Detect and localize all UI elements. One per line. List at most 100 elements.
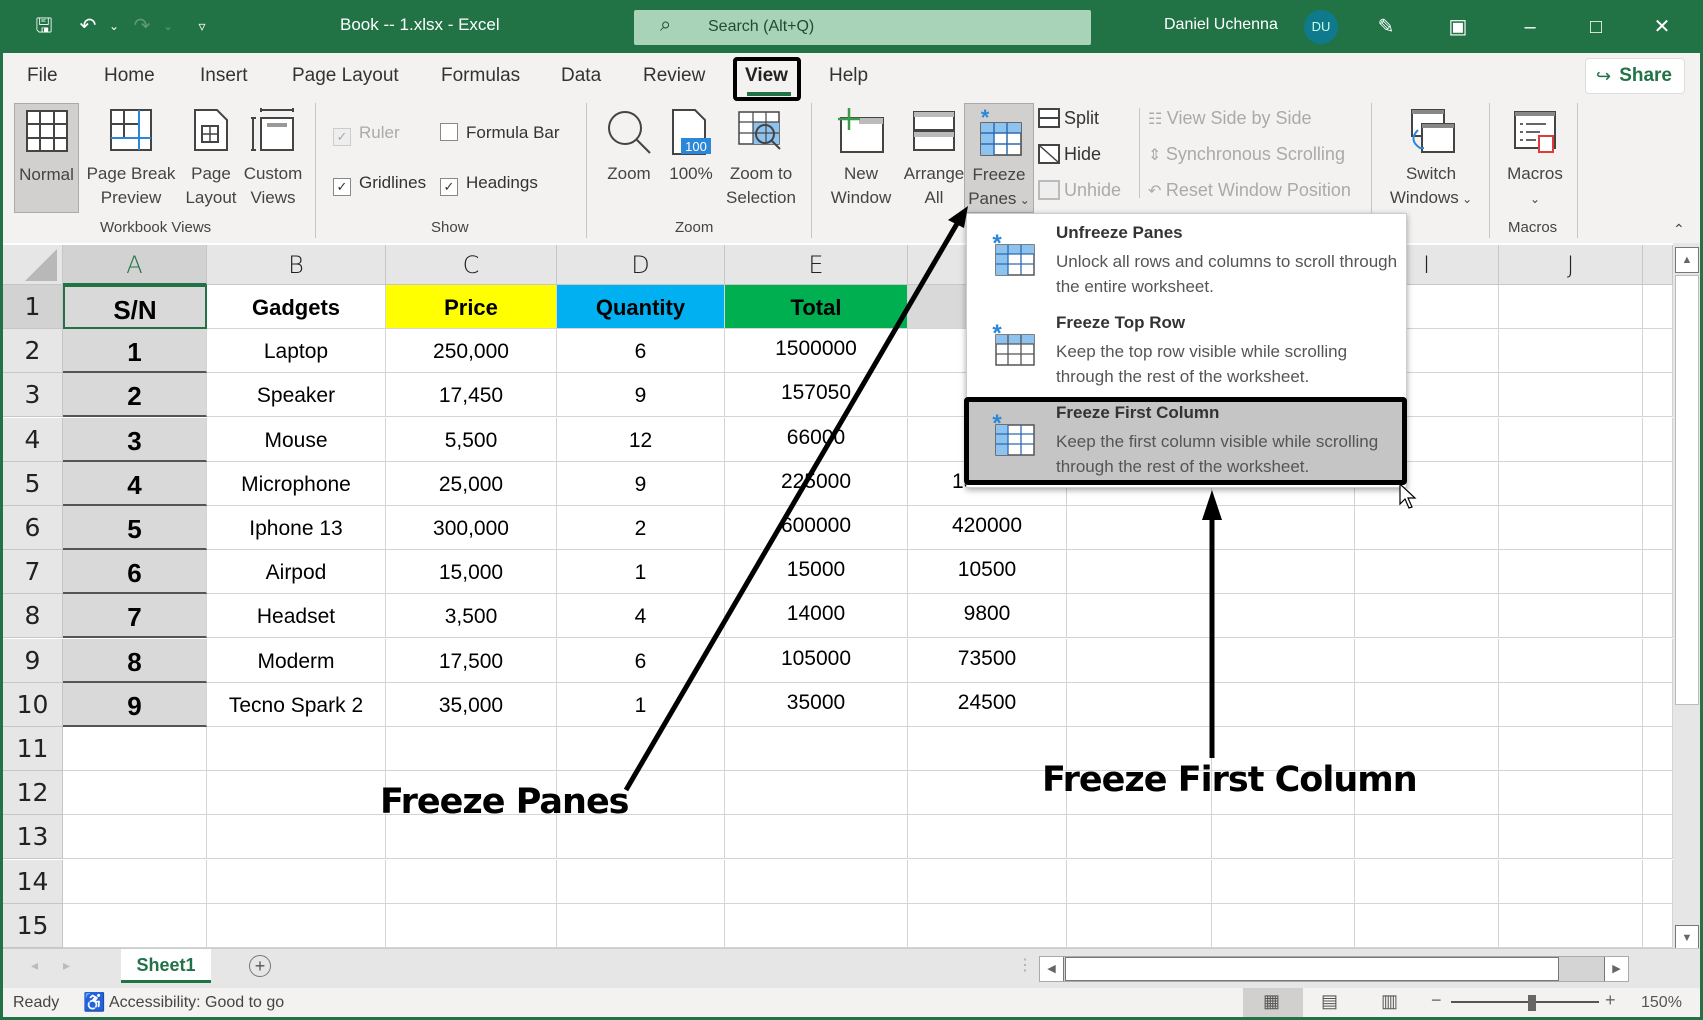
horizontal-scroll-thumb[interactable] — [1065, 957, 1559, 981]
select-all-corner[interactable] — [3, 245, 63, 285]
page-layout-status-icon[interactable]: ▤ — [1321, 991, 1338, 1012]
tab-split-handle[interactable]: ⋮ — [1017, 955, 1033, 975]
sheet-tab-sheet1[interactable]: Sheet1 — [121, 949, 211, 983]
cell-empty[interactable] — [1212, 859, 1355, 904]
cell-empty[interactable] — [908, 903, 1067, 948]
menu-item-unfreeze-panes[interactable]: * Unfreeze Panes Unlock all rows and colum… — [966, 213, 1407, 302]
cell-empty[interactable] — [1499, 771, 1643, 816]
cell-empty[interactable] — [1212, 815, 1355, 860]
cell-empty[interactable] — [557, 727, 725, 771]
close-icon[interactable]: ✕ — [1642, 10, 1682, 44]
row-header-11[interactable]: 11 — [3, 727, 63, 771]
cell-total[interactable]: 14000 — [725, 594, 908, 639]
cell-qty[interactable]: 9 — [557, 373, 725, 418]
add-sheet-icon[interactable]: + — [249, 955, 271, 977]
cell-empty[interactable] — [1643, 329, 1673, 374]
cell-sn[interactable]: 7 — [63, 594, 207, 639]
column-header-d[interactable]: D — [557, 245, 725, 285]
cell-price[interactable]: 17,500 — [386, 638, 557, 683]
cell-qty[interactable]: 6 — [557, 638, 725, 683]
cell-empty[interactable] — [1499, 815, 1643, 860]
cell-sn[interactable]: 1 — [63, 329, 207, 374]
cell-empty[interactable] — [725, 859, 908, 904]
cell-sn[interactable]: 3 — [63, 417, 207, 462]
cell-empty[interactable] — [1499, 550, 1643, 595]
maximize-icon[interactable]: □ — [1576, 10, 1616, 44]
cell-empty[interactable] — [1355, 859, 1499, 904]
cell-sn[interactable]: 5 — [63, 506, 207, 550]
cell-empty[interactable] — [1355, 682, 1499, 727]
row-header-14[interactable]: 14 — [3, 859, 63, 904]
cell-gadget[interactable]: Microphone — [207, 461, 386, 506]
page-layout-button[interactable]: Page Layout — [183, 103, 239, 210]
minimize-icon[interactable]: – — [1510, 10, 1550, 44]
cell-empty[interactable] — [1499, 506, 1643, 550]
cell-sn[interactable]: 6 — [63, 550, 207, 595]
column-header-c[interactable]: C — [386, 245, 557, 285]
menu-item-freeze-top-row[interactable]: * Freeze Top Row Keep the top row visible … — [966, 303, 1407, 392]
customize-qat-icon[interactable]: ▿ — [188, 12, 216, 40]
cell-price[interactable]: 15,000 — [386, 550, 557, 595]
new-window-button[interactable]: New Window — [823, 103, 899, 210]
cell-price[interactable]: 35,000 — [386, 682, 557, 727]
cell-empty[interactable] — [63, 771, 207, 816]
cell-gadget[interactable]: Airpod — [207, 550, 386, 595]
zoom-slider[interactable] — [1451, 1001, 1599, 1003]
row-header-1[interactable]: 1 — [3, 285, 63, 329]
zoom-out-icon[interactable]: − — [1431, 990, 1442, 1011]
vertical-scrollbar[interactable]: ▲ ▼ — [1673, 243, 1700, 951]
zoom-to-selection-button[interactable]: Zoom to Selection — [721, 103, 801, 210]
cell-empty[interactable] — [1067, 903, 1212, 948]
cell-empty[interactable] — [63, 815, 207, 860]
row-header-6[interactable]: 6 — [3, 506, 63, 550]
tab-formulas[interactable]: Formulas — [441, 65, 520, 87]
cell-qty[interactable]: 1 — [557, 550, 725, 595]
cell-empty[interactable] — [1643, 727, 1673, 771]
zoom-100-button[interactable]: 100 100% — [663, 103, 719, 186]
cell-empty[interactable] — [1643, 903, 1673, 948]
custom-views-button[interactable]: Custom Views — [241, 103, 305, 210]
scroll-up-icon[interactable]: ▲ — [1675, 247, 1699, 273]
cell-gadget[interactable]: Iphone 13 — [207, 506, 386, 550]
tab-file[interactable]: File — [27, 65, 58, 87]
freeze-panes-button[interactable]: * Freeze Panes ⌄ — [964, 103, 1034, 213]
hide-button[interactable]: Hide — [1038, 144, 1101, 165]
column-header-j[interactable]: J — [1499, 245, 1643, 285]
cell-price[interactable]: 17,450 — [386, 373, 557, 418]
cell-qty[interactable]: 2 — [557, 506, 725, 550]
tab-help[interactable]: Help — [829, 65, 868, 87]
zoom-button[interactable]: Zoom — [601, 103, 657, 186]
cell-empty[interactable] — [207, 903, 386, 948]
cell-qty[interactable]: 4 — [557, 594, 725, 639]
cell-empty[interactable] — [1212, 594, 1355, 639]
cell-a1[interactable]: S/N — [63, 285, 207, 329]
undo-dropdown-icon[interactable]: ⌄ — [100, 12, 128, 40]
zoom-slider-thumb[interactable] — [1528, 995, 1536, 1011]
cell-f[interactable]: 10500 — [908, 550, 1067, 595]
row-header-9[interactable]: 9 — [3, 638, 63, 683]
page-break-status-icon[interactable]: ▥ — [1381, 991, 1398, 1012]
cell-empty[interactable] — [1499, 638, 1643, 683]
column-header-a[interactable]: A — [63, 245, 207, 285]
tab-review[interactable]: Review — [643, 65, 705, 87]
cell-gadget[interactable]: Laptop — [207, 329, 386, 374]
cell-empty[interactable] — [207, 771, 386, 816]
worksheet-grid[interactable]: ABCDEFGHIJ 123456789101112131415 S/NGadg… — [3, 243, 1700, 951]
cell-empty[interactable] — [1067, 815, 1212, 860]
cell-empty[interactable] — [1212, 550, 1355, 595]
cell-empty[interactable] — [1499, 285, 1643, 329]
cell-empty[interactable] — [1643, 815, 1673, 860]
cell-empty[interactable] — [1499, 329, 1643, 374]
cell-empty[interactable] — [1355, 594, 1499, 639]
cell-f[interactable]: 9800 — [908, 594, 1067, 639]
zoom-in-icon[interactable]: + — [1605, 990, 1616, 1011]
cell-empty[interactable] — [1643, 506, 1673, 550]
formula-bar-checkbox[interactable]: Formula Bar — [440, 123, 560, 143]
cell-empty[interactable] — [1067, 506, 1212, 550]
cell-empty[interactable] — [1212, 903, 1355, 948]
cell-sn[interactable]: 4 — [63, 461, 207, 506]
row-header-7[interactable]: 7 — [3, 550, 63, 595]
cell-empty[interactable] — [1212, 682, 1355, 727]
cell-price[interactable]: 25,000 — [386, 461, 557, 506]
cell-empty[interactable] — [1067, 859, 1212, 904]
